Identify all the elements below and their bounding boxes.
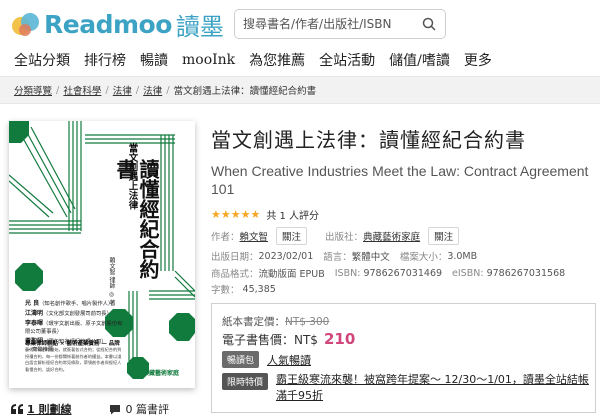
search-input[interactable]	[243, 14, 413, 34]
cover-title: 讀懂經紀合約書	[113, 159, 160, 279]
search-box	[234, 9, 446, 39]
promo-row: 限時特價 霸王級寒流來襲！被窩跨年提案～ 12/30～1/01，讀墨全站結帳滿千…	[222, 372, 592, 404]
nav-item-topup[interactable]: 儲值/嗜讀	[389, 50, 450, 70]
file-size: 3.0MB	[447, 250, 478, 262]
rating: ★★★★★ 共 1 人評分	[211, 207, 319, 222]
cover-tagline: 專業律師觀點 × 藝術產業實務 — 品牌	[25, 341, 120, 347]
breadcrumb-item[interactable]: 社會科學	[63, 83, 101, 97]
follow-publisher-button[interactable]: 關注	[428, 227, 460, 245]
nav-item-categories[interactable]: 全站分類	[14, 50, 70, 70]
nav-item-unlimited[interactable]: 暢讀	[140, 50, 168, 70]
main-nav: 全站分類 排行榜 暢讀 mooInk 為您推薦 全站活動 儲值/嗜讀 更多	[0, 46, 600, 74]
quote-icon	[11, 404, 23, 414]
readmoo-logo[interactable]: Readmoo 讀墨	[10, 7, 224, 41]
price-box: 紙本書定價：NT$ 300 電子書售價：NT$ 210 暢讀包 人氣暢讀 限時特價…	[211, 303, 596, 413]
nav-item-mooink[interactable]: mooInk	[182, 52, 235, 68]
book-subtitle: When Creative Industries Meet the Law: C…	[211, 163, 589, 198]
readmoo-logo-icon	[10, 8, 42, 40]
nav-item-rankings[interactable]: 排行榜	[84, 50, 126, 70]
language: 繁體中文	[351, 252, 390, 263]
highlights-link[interactable]: 1 則劃線	[11, 401, 71, 417]
publisher-link[interactable]: 典藏藝術家庭	[363, 229, 420, 243]
breadcrumb-separator: /	[166, 84, 170, 96]
search-icon	[422, 17, 436, 31]
breadcrumb-item[interactable]: 法律	[143, 83, 162, 97]
search-button[interactable]	[417, 13, 441, 35]
eisbn: 9786267031568	[486, 267, 566, 279]
list-price: 紙本書定價：NT$ 300	[222, 316, 330, 328]
rating-stars-icon: ★★★★★	[211, 208, 261, 221]
nav-item-more[interactable]: 更多	[464, 50, 492, 70]
book-cover[interactable]: 當文創遇上法律 讀懂經紀合約書 賴文智 律師 ◎ 著 光 良（知名創作歌手、唱片…	[9, 121, 195, 388]
unlimited-link[interactable]: 人氣暢讀	[267, 352, 311, 368]
rating-count: 共 1 人評分	[266, 211, 320, 222]
words-row: 字數： 45,385	[211, 283, 276, 297]
breadcrumb-separator: /	[135, 84, 140, 96]
ebook-price: 電子書售價：NT$ 210	[222, 330, 356, 348]
breadcrumb: 分類導覽 / 社會科學 / 法律 / 法律 / 當文創遇上法律：讀懂經紀合約書	[0, 76, 600, 104]
unlimited-badge: 暢讀包	[222, 351, 260, 368]
format: 流動版面 EPUB	[258, 269, 325, 280]
pub-date: 2023/02/01	[258, 250, 314, 262]
cover-links: 1 則劃線 0 篇書評	[11, 400, 201, 418]
promo-link[interactable]: 霸王級寒流來襲！被窩跨年提案～ 12/30～1/01，讀墨全站結帳滿千95折	[276, 372, 592, 404]
author-publisher-row: 作者： 賴文智 關注 出版社： 典藏藝術家庭 關注	[211, 227, 460, 245]
book-title: 當文創遇上法律：讀懂經紀合約書	[211, 128, 526, 152]
nav-item-recommend[interactable]: 為您推薦	[249, 50, 305, 70]
cover-publisher: 典藏藝術家庭	[143, 370, 180, 377]
pubinfo-row: 出版日期： 2023/02/01 語言： 繁體中文 檔案大小： 3.0MB	[211, 250, 478, 264]
nav-item-events[interactable]: 全站活動	[319, 50, 375, 70]
reviews-link[interactable]: 0 篇書評	[109, 401, 169, 417]
header: Readmoo 讀墨	[0, 0, 600, 48]
brand-name: Readmoo	[44, 9, 172, 39]
breadcrumb-item[interactable]: 法律	[113, 83, 132, 97]
breadcrumb-current: 當文創遇上法律：讀懂經紀合約書	[173, 86, 317, 97]
format-row: 商品格式： 流動版面 EPUB ISBN: 9786267031469 eISBN…	[211, 267, 566, 281]
breadcrumb-separator: /	[105, 84, 109, 96]
promo-badge: 限時特價	[222, 373, 269, 390]
breadcrumb-item[interactable]: 分類導覽	[14, 83, 52, 97]
author-link[interactable]: 賴文智	[240, 229, 269, 243]
word-count: 45,385	[242, 283, 276, 295]
unlimited-row: 暢讀包 人氣暢讀	[222, 351, 311, 368]
brand-cjk: 讀墨	[175, 12, 224, 41]
isbn: 9786267031469	[363, 267, 443, 279]
breadcrumb-separator: /	[56, 84, 60, 96]
comment-icon	[110, 404, 121, 414]
follow-author-button[interactable]: 關注	[276, 227, 308, 245]
cover-blurb: 藝術家從創作開始，就簽著各式合約；從經紀合約到授權合約，每一份都關係著創作者的權…	[25, 347, 122, 372]
